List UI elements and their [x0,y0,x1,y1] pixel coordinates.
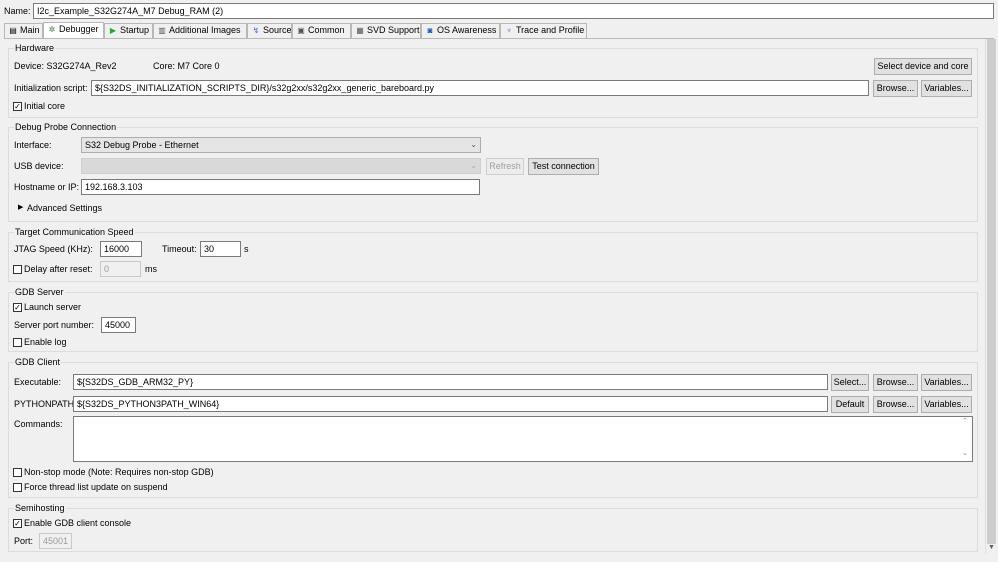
page-scrollbar[interactable]: ▼ [985,39,997,554]
initial-core-checkbox[interactable]: ✓ [13,102,22,111]
semihosting-group [8,508,978,552]
executable-select-button[interactable]: Select... [831,374,869,391]
delay-unit: ms [145,264,157,274]
delay-input[interactable]: 0 [100,261,141,277]
interface-select[interactable]: S32 Debug Probe - Ethernet ⌄ [81,137,481,153]
server-port-input[interactable]: 45000 [101,317,136,333]
nonstop-mode-checkbox[interactable] [13,468,22,477]
gdb-server-group [8,292,978,352]
enable-gdb-console-label: Enable GDB client console [24,518,132,528]
enable-log-label: Enable log [24,337,67,347]
chevron-down-icon: ⌄ [470,140,477,149]
tab-os-awareness[interactable]: ◙ OS Awareness [421,23,500,38]
timeout-input[interactable]: 30 [200,241,241,257]
init-script-input[interactable]: ${S32DS_INITIALIZATION_SCRIPTS_DIR}/s32g… [91,80,869,96]
enable-log-checkbox[interactable] [13,338,22,347]
timeout-label: Timeout: [162,244,197,254]
force-thread-update-label: Force thread list update on suspend [24,482,168,492]
semihosting-port-input[interactable]: 45001 [39,533,72,549]
pythonpath-variables-button[interactable]: Variables... [921,396,972,413]
device-label: Device: S32G274A_Rev2 [14,61,117,71]
scroll-down-icon[interactable]: ⌄ [962,449,968,457]
gdb-client-title: GDB Client [14,356,62,368]
executable-label: Executable: [14,377,62,387]
init-script-label: Initialization script: [14,83,88,93]
hostname-label: Hostname or IP: [14,182,80,192]
executable-input[interactable]: ${S32DS_GDB_ARM32_PY} [73,374,828,390]
initial-core-label: Initial core [24,101,66,111]
usb-device-label: USB device: [14,161,64,171]
tab-main[interactable]: ▤ Main [4,23,43,38]
launch-server-label: Launch server [24,302,82,312]
tab-trace-and-profile[interactable]: ♆ Trace and Profile [500,23,587,38]
source-icon: ↯ [252,26,260,35]
executable-variables-button[interactable]: Variables... [921,374,972,391]
common-icon: ▣ [297,26,305,35]
startup-icon: ▶ [109,26,117,35]
images-icon: ▥ [158,26,166,35]
pythonpath-label: PYTHONPATH [14,399,75,409]
init-browse-button[interactable]: Browse... [873,80,918,97]
commands-textarea[interactable] [73,416,973,462]
advanced-settings-toggle[interactable]: Advanced Settings [27,202,102,214]
trace-icon: ♆ [506,26,512,35]
executable-browse-button[interactable]: Browse... [873,374,918,391]
enable-gdb-console-checkbox[interactable]: ✓ [13,519,22,528]
tab-startup[interactable]: ▶ Startup [104,23,153,38]
scrollbar-thumb[interactable] [987,39,996,544]
core-label: Core: M7 Core 0 [153,61,220,71]
nonstop-mode-label: Non-stop mode (Note: Requires non-stop G… [24,467,214,477]
scroll-up-icon[interactable]: ⌃ [962,417,968,425]
pythonpath-browse-button[interactable]: Browse... [873,396,918,413]
probe-title: Debug Probe Connection [14,121,118,133]
init-variables-button[interactable]: Variables... [921,80,972,97]
jtag-speed-label: JTAG Speed (KHz): [14,244,93,254]
name-label: Name: [4,6,31,16]
tab-source[interactable]: ↯ Source [247,23,292,38]
jtag-speed-input[interactable]: 16000 [100,241,142,257]
tab-additional-images[interactable]: ▥ Additional Images [153,23,247,38]
main-icon: ▤ [9,26,17,35]
svd-icon: ▦ [356,26,364,35]
chevron-down-icon: ⌄ [470,161,477,170]
tab-svd-support[interactable]: ▦ SVD Support [351,23,421,38]
name-input[interactable]: I2c_Example_S32G274A_M7 Debug_RAM (2) [33,3,994,19]
debugger-icon: ✲ [48,25,56,34]
tab-common[interactable]: ▣ Common [292,23,351,38]
select-device-core-button[interactable]: Select device and core [874,58,972,75]
expand-arrow-icon[interactable]: ▶ [18,202,23,214]
test-connection-button[interactable]: Test connection [528,158,599,175]
scroll-down-icon[interactable]: ▼ [988,544,995,551]
refresh-button[interactable]: Refresh [486,158,524,175]
semihosting-title: Semihosting [14,502,66,514]
semihosting-port-label: Port: [14,536,34,546]
hostname-input[interactable]: 192.168.3.103 [81,179,480,195]
delay-after-reset-checkbox[interactable] [13,265,22,274]
tab-separator [4,38,994,39]
timeout-unit: s [244,244,249,254]
force-thread-update-checkbox[interactable] [13,483,22,492]
commands-scrollbar[interactable]: ⌃ ⌄ [960,417,972,461]
pythonpath-default-button[interactable]: Default [831,396,869,413]
gdb-server-title: GDB Server [14,286,65,298]
usb-device-select[interactable]: ⌄ [81,158,481,174]
os-icon: ◙ [427,26,433,35]
speed-title: Target Communication Speed [14,226,135,238]
pythonpath-input[interactable]: ${S32DS_PYTHON3PATH_WIN64} [73,396,828,412]
commands-label: Commands: [14,419,63,429]
launch-server-checkbox[interactable]: ✓ [13,303,22,312]
tab-debugger[interactable]: ✲ Debugger [43,22,104,38]
hardware-title: Hardware [14,42,56,54]
server-port-label: Server port number: [14,320,95,330]
interface-label: Interface: [14,140,52,150]
delay-after-reset-label: Delay after reset: [24,264,93,274]
